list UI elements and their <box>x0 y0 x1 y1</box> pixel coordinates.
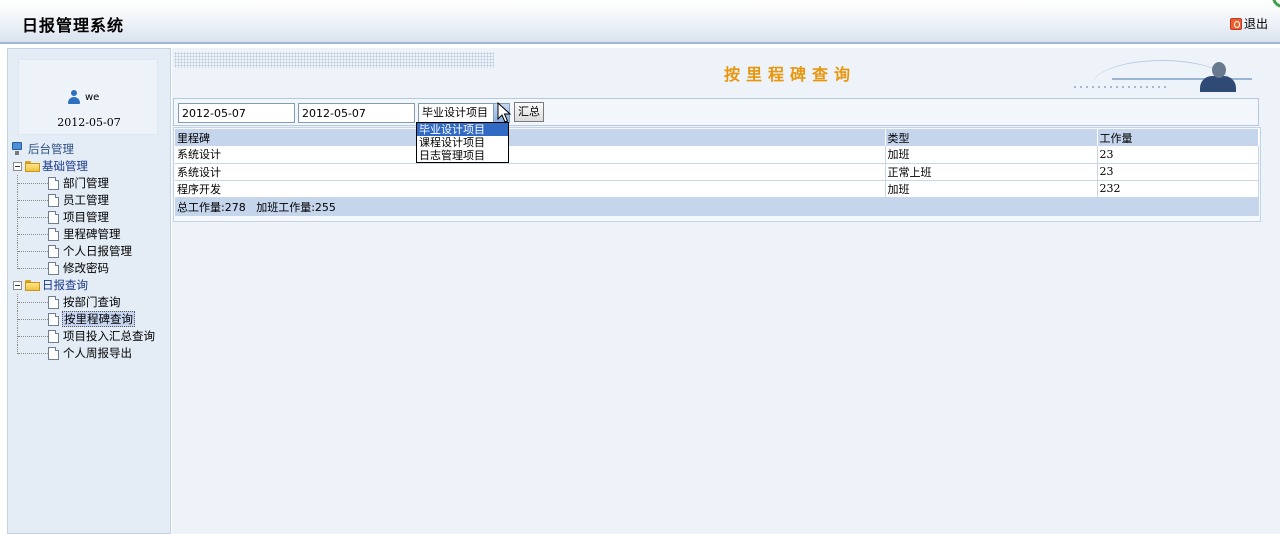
sidebar-item-label: 个人日报管理 <box>63 244 132 258</box>
sidebar-item-milestone[interactable]: 里程碑管理 <box>10 226 170 243</box>
sum-button[interactable]: 汇总 <box>514 102 544 122</box>
page-title: 按里程碑查询 <box>724 65 857 84</box>
sidebar-item-label: 部门管理 <box>63 176 109 190</box>
table-row: 系统设计 正常上班 23 <box>175 163 1259 181</box>
sidebar-item-password[interactable]: 修改密码 <box>10 260 170 277</box>
computer-icon <box>12 142 24 156</box>
sidebar-item-label: 项目投入汇总查询 <box>63 329 155 343</box>
end-date-input[interactable] <box>298 103 415 123</box>
sidebar-item-label: 按部门查询 <box>63 295 121 309</box>
table-header-row: 里程碑 类型 工作量 <box>175 129 1259 146</box>
document-icon <box>48 262 59 275</box>
sidebar-item-project[interactable]: 项目管理 <box>10 209 170 226</box>
sidebar-item-label: 个人周报导出 <box>63 346 132 360</box>
user-icon <box>67 90 81 104</box>
sidebar-item-label: 员工管理 <box>63 193 109 207</box>
sidebar-item-project-summary[interactable]: 项目投入汇总查询 <box>10 328 170 345</box>
collapse-icon[interactable] <box>13 162 22 171</box>
sidebar-item-weekly-export[interactable]: 个人周报导出 <box>10 345 170 362</box>
corner-decoration <box>1272 0 1280 8</box>
sidebar-item-label: 按里程碑查询 <box>62 311 135 327</box>
project-select-value: 毕业设计项目 <box>422 106 488 119</box>
document-icon <box>48 313 59 326</box>
project-dropdown-list: 毕业设计项目 课程设计项目 日志管理项目 <box>416 122 509 163</box>
folder-open-icon <box>25 161 40 172</box>
nav-tree: 后台管理 基础管理 部门管理 员工管理 项目管理 里程碑管理 个人日报管理 修改… <box>10 141 170 362</box>
cell-milestone: 系统设计 <box>175 163 886 181</box>
tree-folder-query[interactable]: 日报查询 <box>10 277 170 294</box>
cell-milestone: 系统设计 <box>175 146 886 164</box>
sidebar-item-label: 修改密码 <box>63 261 109 275</box>
tree-folder-basic[interactable]: 基础管理 <box>10 158 170 175</box>
cell-type: 加班 <box>885 146 1098 164</box>
table-row: 程序开发 加班 232 <box>175 180 1259 198</box>
sidebar-item-personal-report[interactable]: 个人日报管理 <box>10 243 170 260</box>
summary-row: 总工作量:278 加班工作量:255 <box>175 197 1259 216</box>
dropdown-option[interactable]: 日志管理项目 <box>417 149 508 162</box>
user-card: we 2012-05-07 <box>18 59 158 135</box>
sidebar: we 2012-05-07 后台管理 基础管理 部门管理 员工管理 项目管理 里… <box>7 48 171 534</box>
results-table: 里程碑 类型 工作量 系统设计 加班 23 系统设计 正常上班 23 程序开发 … <box>175 129 1259 216</box>
app-header: 日报管理系统 退出 <box>0 0 1280 44</box>
document-icon <box>48 296 59 309</box>
dropdown-option[interactable]: 课程设计项目 <box>417 136 508 149</box>
start-date-input[interactable] <box>178 103 295 123</box>
filter-bar: 毕业设计项目 汇总 <box>173 98 1259 126</box>
main-content: 按里程碑查询 毕业设计项目 汇总 里程碑 类型 工作量 系统设计 加班 23 系… <box>172 48 1280 534</box>
sidebar-item-label: 里程碑管理 <box>63 227 121 241</box>
sidebar-item-dept[interactable]: 部门管理 <box>10 175 170 192</box>
app-title: 日报管理系统 <box>22 16 125 35</box>
document-icon <box>48 177 59 190</box>
mouse-cursor-icon <box>497 102 511 123</box>
collapse-icon[interactable] <box>13 281 22 290</box>
tree-root-label: 后台管理 <box>28 142 74 156</box>
document-icon <box>48 330 59 343</box>
sidebar-item-by-milestone[interactable]: 按里程碑查询 <box>10 311 170 328</box>
document-icon <box>48 228 59 241</box>
sidebar-item-employee[interactable]: 员工管理 <box>10 192 170 209</box>
sidebar-item-by-dept[interactable]: 按部门查询 <box>10 294 170 311</box>
user-name: we <box>85 91 100 103</box>
table-row: 系统设计 加班 23 <box>175 146 1259 164</box>
column-header-workload: 工作量 <box>1097 129 1259 146</box>
login-date: 2012-05-07 <box>57 116 121 129</box>
cell-workload: 23 <box>1097 146 1259 164</box>
power-icon <box>1229 17 1242 30</box>
logout-link[interactable]: 退出 <box>1229 15 1268 32</box>
document-icon <box>48 211 59 224</box>
cell-milestone: 程序开发 <box>175 180 886 198</box>
cell-type: 正常上班 <box>885 163 1098 181</box>
column-header-type: 类型 <box>885 129 1098 146</box>
banner-illustration <box>1072 54 1262 94</box>
document-icon <box>48 347 59 360</box>
folder-label: 基础管理 <box>42 159 88 173</box>
cell-workload: 23 <box>1097 163 1259 181</box>
document-icon <box>48 245 59 258</box>
document-icon <box>48 194 59 207</box>
decorative-dots <box>174 52 494 68</box>
sidebar-item-label: 项目管理 <box>63 210 109 224</box>
cell-type: 加班 <box>885 180 1098 198</box>
logout-label: 退出 <box>1243 17 1268 31</box>
folder-label: 日报查询 <box>42 278 88 292</box>
cell-workload: 232 <box>1097 180 1259 198</box>
summary-text: 总工作量:278 加班工作量:255 <box>175 197 1259 216</box>
tree-root[interactable]: 后台管理 <box>10 141 170 158</box>
folder-open-icon <box>25 280 40 291</box>
column-header-milestone: 里程碑 <box>175 129 886 146</box>
dropdown-option[interactable]: 毕业设计项目 <box>417 123 508 136</box>
